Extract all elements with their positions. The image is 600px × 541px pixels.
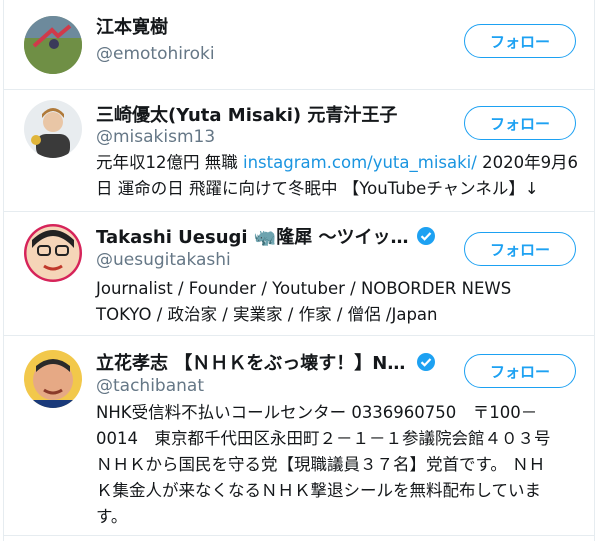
avatar[interactable] [24,224,82,282]
who-to-follow-list: 江本寛樹 @emotohiroki フォロー 三崎優太(Yuta Misaki)… [3,0,595,541]
name-row: Takashi Uesugi 🦏隆犀 〜ツイッター… [96,224,436,248]
bio-text: ＮＨＫから国民を守る党【現職議員３７名】党首です。 ＮＨ [96,455,546,474]
display-name[interactable]: 三崎優太(Yuta Misaki) 元青汁王子 [96,102,397,126]
bio-text: Journalist / Founder / Youtuber / NOBORD… [96,279,512,298]
bio-text: TOKYO / 政治家 / 実業家 / 作家 / 僧侶 /Japan [96,305,438,324]
user-cell[interactable]: 三崎優太(Yuta Misaki) 元青汁王子 @misakism13 フォロー… [4,90,594,212]
bio-text: NHK受信料不払いコールセンター 0336960750 〒100－ [96,403,538,422]
verified-badge-icon [417,227,435,245]
user-cell[interactable]: 立花孝志 【ＮＨＫをぶっ壊す！】NH… @tachibanat フォロー NHK… [4,336,594,536]
bio-text: 元年収12億円 無職 [96,153,243,172]
bio-text: 日 運命の日 飛躍に向けて冬眠中 【YouTubeチャンネル】↓ [96,179,539,198]
user-cell[interactable]: 江本寛樹 @emotohiroki フォロー [4,0,594,90]
user-handle[interactable]: @misakism13 [96,127,215,147]
avatar[interactable] [24,100,82,158]
user-bio: 元年収12億円 無職 instagram.com/yuta_misaki/ 20… [96,150,580,202]
bio-text: Ｋ集金人が来なくなるＮＨＫ撃退シールを無料配布していま [96,481,542,500]
follow-button[interactable]: フォロー [464,354,576,388]
user-bio: NHK受信料不払いコールセンター 0336960750 〒100－ 0014 東… [96,400,580,530]
user-handle[interactable]: @uesugitakashi [96,250,231,270]
follow-button[interactable]: フォロー [464,24,576,58]
bio-text: 0014 東京都千代田区永田町２－１－１参議院会館４０３号 [96,429,551,448]
name-row: 立花孝志 【ＮＨＫをぶっ壊す！】NH… [96,350,436,374]
avatar[interactable] [24,16,82,74]
avatar[interactable] [24,350,82,408]
bio-link[interactable]: instagram.com/yuta_misaki/ [243,153,477,172]
verified-badge-icon [417,353,435,371]
display-name[interactable]: 立花孝志 【ＮＨＫをぶっ壊す！】NH… [96,350,410,374]
bio-text: 2020年9月6 [476,153,579,172]
name-row: 三崎優太(Yuta Misaki) 元青汁王子 [96,102,436,126]
name-row: 江本寛樹 [96,14,436,38]
user-handle[interactable]: @emotohiroki [96,44,215,64]
user-handle[interactable]: @tachibanat [96,376,204,396]
follow-button[interactable]: フォロー [464,232,576,266]
display-name[interactable]: Takashi Uesugi 🦏隆犀 〜ツイッター… [96,224,410,248]
user-cell[interactable]: Takashi Uesugi 🦏隆犀 〜ツイッター… @uesugitakash… [4,212,594,336]
bio-text: す。 [96,507,128,526]
user-bio: Journalist / Founder / Youtuber / NOBORD… [96,276,580,328]
display-name[interactable]: 江本寛樹 [96,14,168,38]
follow-button[interactable]: フォロー [464,106,576,140]
